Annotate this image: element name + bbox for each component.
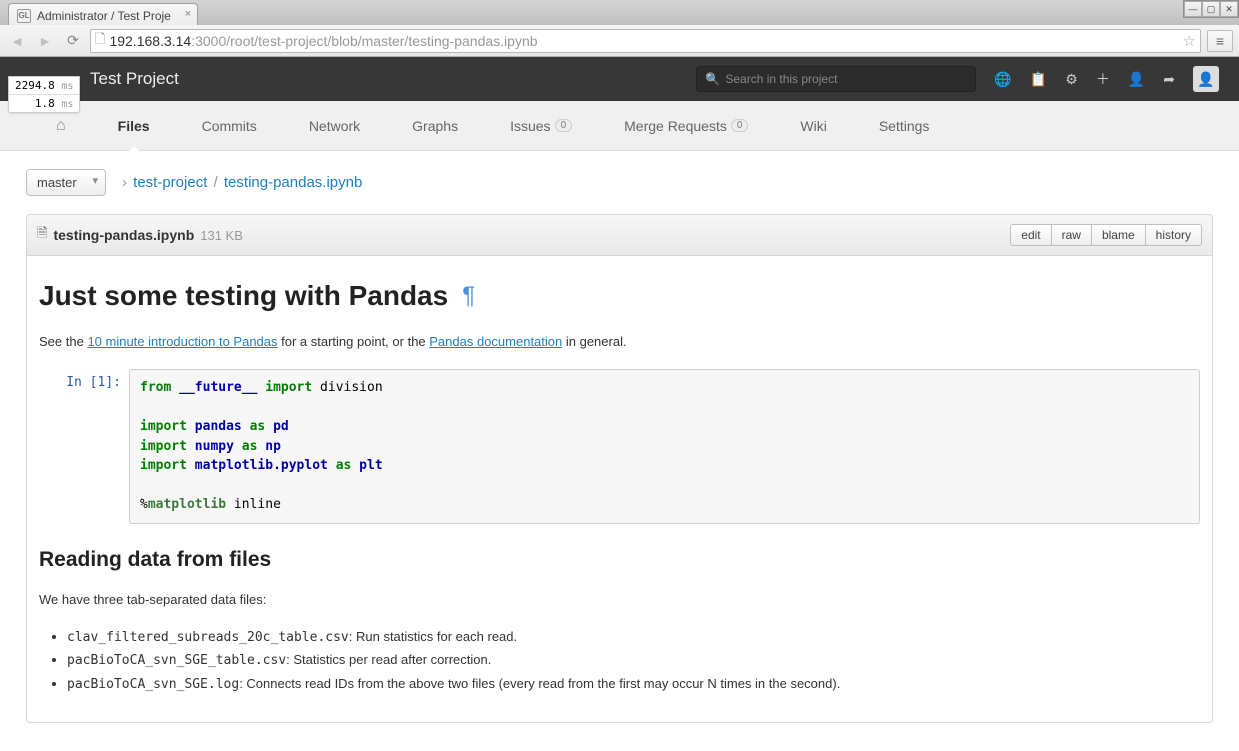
browser-tab-bar: GL Administrator / Test Proje × bbox=[0, 0, 1239, 25]
notebook-h2: Reading data from files bbox=[39, 548, 1200, 572]
nav-wiki[interactable]: Wiki bbox=[774, 101, 852, 151]
url-text: 192.168.3.14:3000/root/test-project/blob… bbox=[109, 33, 537, 49]
address-bar[interactable]: 🗋 192.168.3.14:3000/root/test-project/bl… bbox=[90, 29, 1201, 53]
project-nav: ⌂ Files Commits Network Graphs Issues0 M… bbox=[0, 101, 1239, 151]
raw-button[interactable]: raw bbox=[1051, 224, 1092, 246]
nav-commits[interactable]: Commits bbox=[176, 101, 283, 151]
forward-button[interactable]: ► bbox=[34, 30, 56, 52]
plus-icon[interactable]: ＋ bbox=[1096, 69, 1110, 89]
intro-link-1[interactable]: 10 minute introduction to Pandas bbox=[87, 334, 277, 349]
search-icon: 🔍 bbox=[705, 72, 720, 86]
file-name: testing-pandas.ipynb bbox=[53, 227, 194, 243]
file-size: 131 KB bbox=[200, 228, 243, 243]
tab-title: Administrator / Test Proje bbox=[37, 9, 171, 23]
page-icon: 🗋 bbox=[95, 30, 105, 52]
nav-issues[interactable]: Issues0 bbox=[484, 101, 598, 151]
browser-menu-button[interactable]: ≡ bbox=[1207, 30, 1233, 52]
window-controls: — ▢ ✕ bbox=[1183, 0, 1239, 18]
browser-toolbar: ◄ ► ⟳ 🗋 192.168.3.14:3000/root/test-proj… bbox=[0, 25, 1239, 57]
crumb-project[interactable]: test-project bbox=[133, 174, 207, 191]
search-placeholder: Search in this project bbox=[725, 72, 837, 86]
file-body: Just some testing with Pandas ¶ See the … bbox=[27, 256, 1212, 722]
nav-merge-requests[interactable]: Merge Requests0 bbox=[598, 101, 774, 151]
gitlab-header: Test Project 🔍 Search in this project 🌐 … bbox=[0, 57, 1239, 101]
file-list: clav_filtered_subreads_20c_table.csv: Ru… bbox=[67, 627, 1200, 696]
code-box: from __future__ import division import p… bbox=[129, 369, 1200, 524]
content-area: master › test-project / testing-pandas.i… bbox=[0, 151, 1239, 751]
list-item: clav_filtered_subreads_20c_table.csv: Ru… bbox=[67, 627, 1200, 649]
signout-icon[interactable]: ➦ bbox=[1163, 71, 1175, 88]
blame-button[interactable]: blame bbox=[1091, 224, 1146, 246]
bookmark-star-icon[interactable]: ☆ bbox=[1183, 32, 1196, 50]
nav-files[interactable]: Files bbox=[92, 101, 176, 151]
file-panel: 🗎 testing-pandas.ipynb 131 KB edit raw b… bbox=[26, 214, 1213, 723]
intro-link-2[interactable]: Pandas documentation bbox=[429, 334, 562, 349]
browser-tab[interactable]: GL Administrator / Test Proje × bbox=[8, 3, 198, 25]
copy-icon[interactable]: 📋 bbox=[1030, 71, 1047, 88]
nav-graphs[interactable]: Graphs bbox=[386, 101, 484, 151]
file-header: 🗎 testing-pandas.ipynb 131 KB edit raw b… bbox=[27, 215, 1212, 256]
maximize-button[interactable]: ▢ bbox=[1202, 1, 1220, 17]
nav-settings[interactable]: Settings bbox=[853, 101, 956, 151]
project-title: Test Project bbox=[90, 69, 179, 89]
file-actions: edit raw blame history bbox=[1010, 224, 1202, 246]
project-search[interactable]: 🔍 Search in this project bbox=[696, 66, 976, 92]
close-window-button[interactable]: ✕ bbox=[1220, 1, 1238, 17]
user-icon[interactable]: 👤 bbox=[1128, 71, 1145, 88]
list-item: pacBioToCA_svn_SGE_table.csv: Statistics… bbox=[67, 650, 1200, 672]
notebook-intro: See the 10 minute introduction to Pandas… bbox=[39, 334, 1200, 349]
notebook-title: Just some testing with Pandas ¶ bbox=[39, 280, 1200, 312]
globe-icon[interactable]: 🌐 bbox=[994, 71, 1011, 88]
share-icon[interactable]: ⚙ bbox=[1065, 71, 1078, 88]
list-item: pacBioToCA_svn_SGE.log: Connects read ID… bbox=[67, 674, 1200, 696]
file-icon: 🗎 bbox=[37, 224, 47, 246]
history-button[interactable]: history bbox=[1145, 224, 1202, 246]
back-button[interactable]: ◄ bbox=[6, 30, 28, 52]
pilcrow-icon[interactable]: ¶ bbox=[462, 282, 475, 310]
minimize-button[interactable]: — bbox=[1184, 1, 1202, 17]
page-viewport[interactable]: Test Project 🔍 Search in this project 🌐 … bbox=[0, 57, 1239, 751]
favicon-icon: GL bbox=[17, 9, 31, 23]
branch-select[interactable]: master bbox=[26, 169, 106, 196]
avatar[interactable]: 👤 bbox=[1193, 66, 1219, 92]
nav-network[interactable]: Network bbox=[283, 101, 386, 151]
header-icons: 🌐 📋 ⚙ ＋ 👤 ➦ 👤 bbox=[994, 66, 1219, 92]
code-cell-1: In [1]: from __future__ import division … bbox=[39, 369, 1200, 524]
crumb-file[interactable]: testing-pandas.ipynb bbox=[224, 174, 362, 191]
home-icon: ⌂ bbox=[56, 117, 66, 135]
breadcrumb: › test-project / testing-pandas.ipynb bbox=[120, 174, 362, 191]
timing-overlay: 2294.8 ms 1.8 ms bbox=[8, 76, 80, 113]
reload-button[interactable]: ⟳ bbox=[62, 30, 84, 52]
breadcrumb-row: master › test-project / testing-pandas.i… bbox=[26, 169, 1213, 196]
edit-button[interactable]: edit bbox=[1010, 224, 1051, 246]
cell-prompt: In [1]: bbox=[39, 369, 129, 524]
notebook-p2: We have three tab-separated data files: bbox=[39, 592, 1200, 607]
close-tab-icon[interactable]: × bbox=[185, 8, 191, 20]
